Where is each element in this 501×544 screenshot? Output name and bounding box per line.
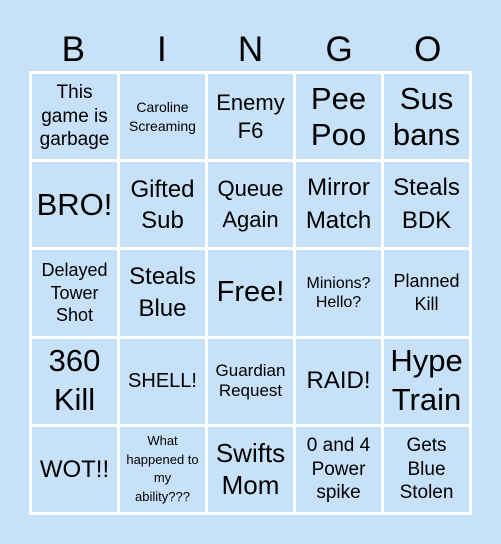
cell-text: Minions? Hello? — [306, 274, 371, 311]
cell-text: Mirror Match — [305, 174, 372, 234]
bingo-cell[interactable]: Planned Kill — [384, 250, 469, 336]
cell-text: Steals BDK — [393, 174, 460, 234]
bingo-board: This game is garbage Caroline Screaming … — [29, 71, 472, 515]
bingo-cell[interactable]: Steals Blue — [120, 250, 205, 336]
bingo-cell[interactable]: SHELL! — [120, 338, 205, 424]
header-letter-g: G — [325, 30, 353, 69]
cell-text: Enemy F6 — [216, 90, 285, 143]
cell-text: What happened to my ability??? — [126, 432, 199, 505]
cell-text: Gifted Sub — [130, 175, 195, 234]
free-space-cell[interactable]: Free! — [208, 250, 293, 336]
bingo-cell[interactable]: Gifted Sub — [120, 162, 205, 248]
bingo-header: B I N G O — [29, 28, 472, 72]
cell-text: Pee Poo — [310, 80, 367, 152]
bingo-cell[interactable]: 360 Kill — [32, 338, 117, 424]
free-space-text: Free! — [216, 276, 285, 309]
cell-text: Queue Again — [217, 175, 284, 232]
cell-text: Gets Blue Stolen — [399, 434, 454, 504]
bingo-cell[interactable]: What happened to my ability??? — [120, 426, 205, 512]
cell-text: SHELL! — [128, 370, 197, 393]
header-letter-n: N — [237, 30, 264, 69]
header-letter-i: I — [157, 30, 167, 69]
bingo-cell[interactable]: Caroline Screaming — [120, 74, 205, 160]
bingo-cell[interactable]: 0 and 4 Power spike — [296, 426, 381, 512]
cell-text: Hype Train — [390, 343, 463, 418]
cell-text: Swifts Mom — [215, 437, 286, 501]
cell-text: Sus bans — [392, 80, 461, 152]
bingo-cell[interactable]: WOT!! — [32, 426, 117, 512]
cell-text: 360 Kill — [48, 343, 101, 418]
bingo-cell[interactable]: Steals BDK — [384, 162, 469, 248]
cell-text: 0 and 4 Power spike — [306, 434, 371, 504]
cell-text: Steals Blue — [129, 262, 196, 322]
bingo-cell[interactable]: Minions? Hello? — [296, 250, 381, 336]
header-letter-b: B — [61, 30, 85, 69]
bingo-cell[interactable]: Sus bans — [384, 74, 469, 160]
bingo-cell[interactable]: Gets Blue Stolen — [384, 426, 469, 512]
bingo-cell[interactable]: BRO! — [32, 162, 117, 248]
cell-text: BRO! — [36, 186, 113, 222]
bingo-cell[interactable]: Hype Train — [384, 338, 469, 424]
bingo-cell[interactable]: This game is garbage — [32, 74, 117, 160]
cell-text: Planned Kill — [393, 271, 460, 314]
bingo-cell[interactable]: Mirror Match — [296, 162, 381, 248]
cell-text: Guardian Request — [215, 360, 286, 401]
bingo-cell[interactable]: Enemy F6 — [208, 74, 293, 160]
bingo-cell[interactable]: Pee Poo — [296, 74, 381, 160]
cell-text: Delayed Tower Shot — [41, 260, 108, 326]
bingo-cell[interactable]: Swifts Mom — [208, 426, 293, 512]
bingo-cell[interactable]: RAID! — [296, 338, 381, 424]
cell-text: WOT!! — [39, 455, 110, 483]
header-letter-o: O — [414, 30, 442, 69]
bingo-cell[interactable]: Queue Again — [208, 162, 293, 248]
bingo-cell[interactable]: Guardian Request — [208, 338, 293, 424]
bingo-cell[interactable]: Delayed Tower Shot — [32, 250, 117, 336]
cell-text: This game is garbage — [39, 81, 110, 151]
cell-text: Caroline Screaming — [129, 98, 196, 134]
cell-text: RAID! — [306, 367, 371, 395]
